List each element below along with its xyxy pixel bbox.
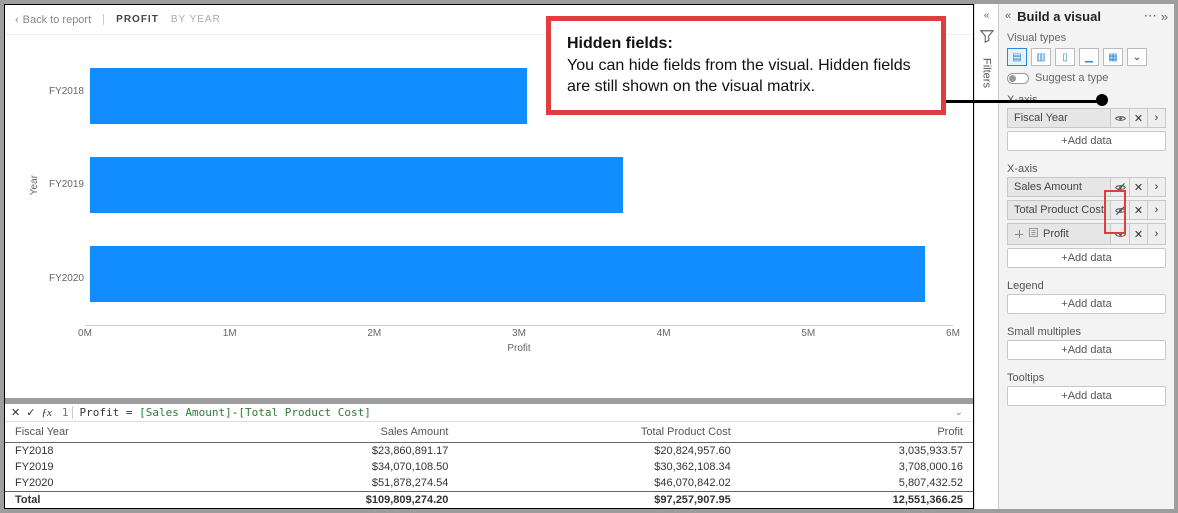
x-axis-label: Profit: [85, 343, 953, 354]
x-tick: 5M: [801, 328, 815, 339]
panel-more-icon[interactable]: ⋯: [1144, 8, 1157, 24]
suggest-type-label: Suggest a type: [1035, 72, 1108, 84]
column-header[interactable]: Sales Amount: [195, 422, 459, 443]
breadcrumb: PROFIT BY YEAR: [103, 14, 221, 25]
formula-text[interactable]: Profit = [Sales Amount]-[Total Product C…: [79, 406, 370, 419]
visual-types-row: ▤ ▥ ▯ ▁ ▦ ⌄: [999, 44, 1174, 70]
build-visual-panel: « Build a visual ⋯ » Visual types ▤ ▥ ▯ …: [998, 4, 1174, 509]
formula-line-number: 1: [58, 406, 74, 419]
chevron-down-icon[interactable]: ⌄: [955, 407, 963, 418]
add-data-button[interactable]: +Add data: [1007, 340, 1166, 360]
table-type-icon[interactable]: ▦: [1103, 48, 1123, 66]
filters-label: Filters: [981, 58, 993, 88]
field-well-title-xaxis: X-axis: [1007, 163, 1166, 175]
data-table: Fiscal YearSales AmountTotal Product Cos…: [5, 422, 973, 508]
annotation-endpoint: [1096, 94, 1108, 106]
field-pill-label: Total Product Cost: [1014, 204, 1104, 216]
field-pill[interactable]: Profit ✕›: [1007, 223, 1166, 245]
line-chart-type-icon[interactable]: ▁: [1079, 48, 1099, 66]
hidden-field-icon[interactable]: [1111, 201, 1129, 219]
bar[interactable]: [90, 246, 925, 302]
column-chart-type-icon[interactable]: ▯: [1055, 48, 1075, 66]
hidden-field-icon[interactable]: [1111, 178, 1129, 196]
field-well-title-legend: Legend: [1007, 280, 1166, 292]
crumb-by-year[interactable]: BY YEAR: [171, 14, 221, 25]
stacked-bar-type-icon[interactable]: ▥: [1031, 48, 1051, 66]
field-well-title-tooltips: Tooltips: [1007, 372, 1166, 384]
cancel-formula-icon[interactable]: ✕: [11, 406, 20, 419]
annotation-connector: [946, 100, 1102, 103]
field-pill-label: Fiscal Year: [1014, 112, 1104, 124]
back-to-report[interactable]: ‹ Back to report: [15, 14, 91, 26]
field-well-title-small: Small multiples: [1007, 326, 1166, 338]
bar[interactable]: [90, 68, 527, 124]
table-row[interactable]: FY2019$34,070,108.50$30,362,108.343,708,…: [5, 459, 973, 475]
column-header[interactable]: Fiscal Year: [5, 422, 195, 443]
add-data-button[interactable]: +Add data: [1007, 248, 1166, 268]
field-menu-icon[interactable]: ›: [1147, 224, 1165, 244]
field-pill[interactable]: Total Product Cost ✕›: [1007, 200, 1166, 220]
total-row: Total$109,809,274.20$97,257,907.9512,551…: [5, 492, 973, 509]
formula-bar[interactable]: ✕ ✓ ƒx 1 Profit = [Sales Amount]-[Total …: [5, 404, 973, 422]
field-menu-icon[interactable]: ›: [1147, 109, 1165, 127]
bar[interactable]: [90, 157, 623, 213]
suggest-type-toggle[interactable]: [1007, 73, 1029, 84]
y-tick: FY2019: [40, 179, 84, 190]
y-tick: FY2020: [40, 273, 84, 284]
add-data-button[interactable]: +Add data: [1007, 386, 1166, 406]
expand-filters-icon[interactable]: «: [984, 10, 990, 21]
column-header[interactable]: Profit: [741, 422, 973, 443]
panel-title: Build a visual: [1017, 9, 1101, 24]
annotation-callout: Hidden fields: You can hide fields from …: [546, 16, 946, 115]
field-menu-icon[interactable]: ›: [1147, 201, 1165, 219]
field-pill[interactable]: Sales Amount ✕›: [1007, 177, 1166, 197]
field-menu-icon[interactable]: ›: [1147, 178, 1165, 196]
bar-chart-type-icon[interactable]: ▤: [1007, 48, 1027, 66]
crumb-profit[interactable]: PROFIT: [103, 14, 159, 25]
filters-pane-collapsed[interactable]: « Filters: [974, 4, 998, 509]
add-data-button[interactable]: +Add data: [1007, 131, 1166, 151]
y-tick: FY2018: [40, 86, 84, 97]
x-tick: 1M: [223, 328, 237, 339]
remove-field-icon[interactable]: ✕: [1129, 201, 1147, 219]
collapse-panel-icon[interactable]: «: [1005, 10, 1011, 22]
x-tick: 4M: [657, 328, 671, 339]
add-data-button[interactable]: +Add data: [1007, 294, 1166, 314]
fx-icon: ƒx: [41, 407, 51, 419]
x-tick: 6M: [946, 328, 960, 339]
measure-icon: [1028, 227, 1039, 241]
y-axis-label: Year: [25, 175, 40, 195]
chevron-left-icon: ‹: [15, 14, 19, 26]
visible-field-icon[interactable]: [1111, 224, 1129, 244]
back-label: Back to report: [23, 14, 91, 26]
column-header[interactable]: Total Product Cost: [458, 422, 740, 443]
visual-types-label: Visual types: [999, 28, 1174, 44]
x-tick: 3M: [512, 328, 526, 339]
remove-field-icon[interactable]: ✕: [1129, 224, 1147, 244]
field-pill[interactable]: Fiscal Year ✕›: [1007, 108, 1166, 128]
x-tick: 2M: [367, 328, 381, 339]
field-pill-label: Sales Amount: [1014, 181, 1104, 193]
x-tick: 0M: [78, 328, 92, 339]
panel-expand-icon[interactable]: »: [1161, 9, 1168, 24]
filters-icon: [980, 29, 994, 46]
table-row[interactable]: FY2020$51,878,274.54$46,070,842.025,807,…: [5, 475, 973, 492]
visible-field-icon[interactable]: [1111, 109, 1129, 127]
table-row[interactable]: FY2018$23,860,891.17$20,824,957.603,035,…: [5, 443, 973, 460]
remove-field-icon[interactable]: ✕: [1129, 178, 1147, 196]
commit-formula-icon[interactable]: ✓: [26, 406, 35, 419]
field-pill-label: Profit: [1043, 228, 1104, 240]
remove-field-icon[interactable]: ✕: [1129, 109, 1147, 127]
more-visual-types[interactable]: ⌄: [1127, 48, 1147, 66]
